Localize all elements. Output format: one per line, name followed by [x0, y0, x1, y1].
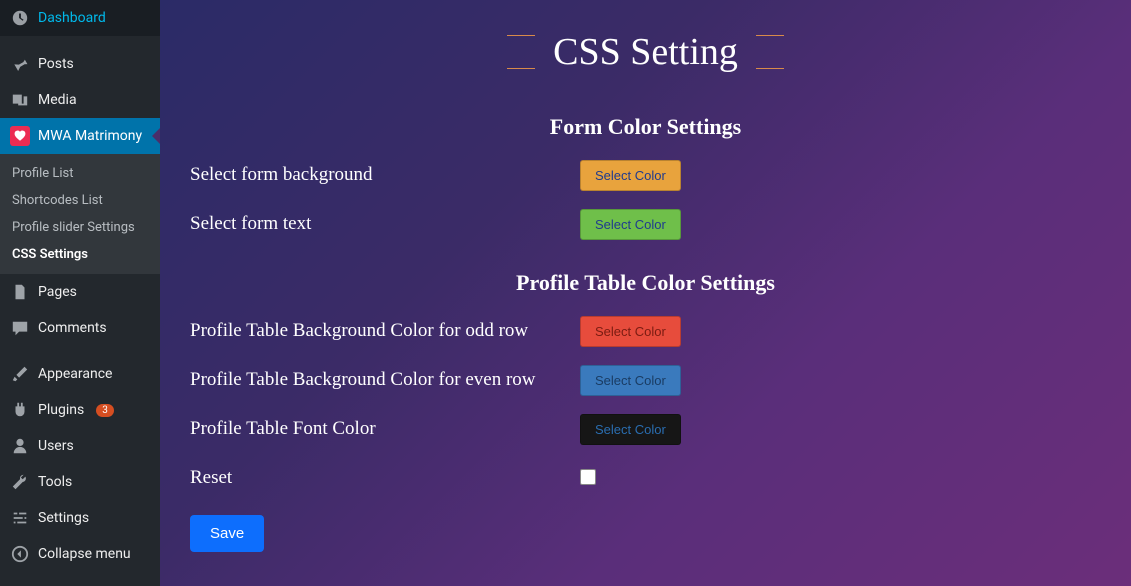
submenu-item-shortcodes-list[interactable]: Shortcodes List	[0, 187, 160, 214]
sidebar-label: Collapse menu	[38, 546, 131, 562]
sidebar-label: MWA Matrimony	[38, 128, 142, 144]
submenu-item-profile-list[interactable]: Profile List	[0, 160, 160, 187]
collapse-icon	[10, 544, 30, 564]
sidebar-item-users[interactable]: Users	[0, 428, 160, 464]
sidebar-label: Pages	[38, 284, 77, 300]
sidebar-item-tools[interactable]: Tools	[0, 464, 160, 500]
setting-row-font: Profile Table Font Color Select Color	[190, 414, 1101, 445]
admin-sidebar: Dashboard Posts Media MWA Matrimony Prof…	[0, 0, 160, 586]
save-button[interactable]: Save	[190, 515, 264, 552]
reset-checkbox[interactable]	[580, 469, 596, 485]
sidebar-item-mwa-matrimony[interactable]: MWA Matrimony	[0, 118, 160, 154]
setting-row-odd: Profile Table Background Color for odd r…	[190, 316, 1101, 347]
section-form-color: Form Color Settings	[190, 114, 1101, 140]
sidebar-label: Posts	[38, 56, 74, 72]
pin-icon	[10, 54, 30, 74]
page-title: CSS Setting	[190, 30, 1101, 74]
sidebar-label: Tools	[38, 474, 72, 490]
select-color-even-row[interactable]: Select Color	[580, 365, 681, 396]
setting-row-even: Profile Table Background Color for even …	[190, 365, 1101, 396]
page-title-text: CSS Setting	[553, 30, 738, 74]
submenu-item-profile-slider-settings[interactable]: Profile slider Settings	[0, 214, 160, 241]
sidebar-item-comments[interactable]: Comments	[0, 310, 160, 346]
main-content: CSS Setting Form Color Settings Select f…	[160, 0, 1131, 586]
plugin-icon	[10, 400, 30, 420]
heart-icon	[10, 126, 30, 146]
submenu-item-css-settings[interactable]: CSS Settings	[0, 241, 160, 268]
sidebar-label: Comments	[38, 320, 107, 336]
label-odd-row: Profile Table Background Color for odd r…	[190, 316, 580, 342]
user-icon	[10, 436, 30, 456]
sidebar-label: Settings	[38, 510, 89, 526]
label-font-color: Profile Table Font Color	[190, 414, 580, 440]
select-color-form-bg[interactable]: Select Color	[580, 160, 681, 191]
title-rule-right	[756, 35, 784, 69]
sidebar-label: Dashboard	[38, 10, 106, 26]
comments-icon	[10, 318, 30, 338]
setting-row-form-text: Select form text Select Color	[190, 209, 1101, 240]
select-color-odd-row[interactable]: Select Color	[580, 316, 681, 347]
wrench-icon	[10, 472, 30, 492]
sliders-icon	[10, 508, 30, 528]
media-icon	[10, 90, 30, 110]
section-profile-table: Profile Table Color Settings	[190, 270, 1101, 296]
brush-icon	[10, 364, 30, 384]
sidebar-label: Media	[38, 92, 77, 108]
dashboard-icon	[10, 8, 30, 28]
sidebar-item-media[interactable]: Media	[0, 82, 160, 118]
sidebar-label: Users	[38, 438, 74, 454]
setting-row-form-bg: Select form background Select Color	[190, 160, 1101, 191]
label-form-bg: Select form background	[190, 160, 580, 186]
sidebar-item-pages[interactable]: Pages	[0, 274, 160, 310]
sidebar-item-posts[interactable]: Posts	[0, 46, 160, 82]
plugins-badge: 3	[96, 404, 114, 417]
select-color-font[interactable]: Select Color	[580, 414, 681, 445]
label-form-text: Select form text	[190, 209, 580, 235]
select-color-form-text[interactable]: Select Color	[580, 209, 681, 240]
sidebar-item-appearance[interactable]: Appearance	[0, 356, 160, 392]
sidebar-item-settings[interactable]: Settings	[0, 500, 160, 536]
label-even-row: Profile Table Background Color for even …	[190, 365, 580, 391]
sidebar-item-dashboard[interactable]: Dashboard	[0, 0, 160, 36]
title-rule-left	[507, 35, 535, 69]
setting-row-reset: Reset	[190, 463, 1101, 489]
sidebar-label: Appearance	[38, 366, 112, 382]
sidebar-submenu: Profile List Shortcodes List Profile sli…	[0, 154, 160, 274]
sidebar-item-collapse[interactable]: Collapse menu	[0, 536, 160, 572]
pages-icon	[10, 282, 30, 302]
label-reset: Reset	[190, 463, 580, 489]
sidebar-label: Plugins	[38, 402, 84, 418]
sidebar-item-plugins[interactable]: Plugins 3	[0, 392, 160, 428]
